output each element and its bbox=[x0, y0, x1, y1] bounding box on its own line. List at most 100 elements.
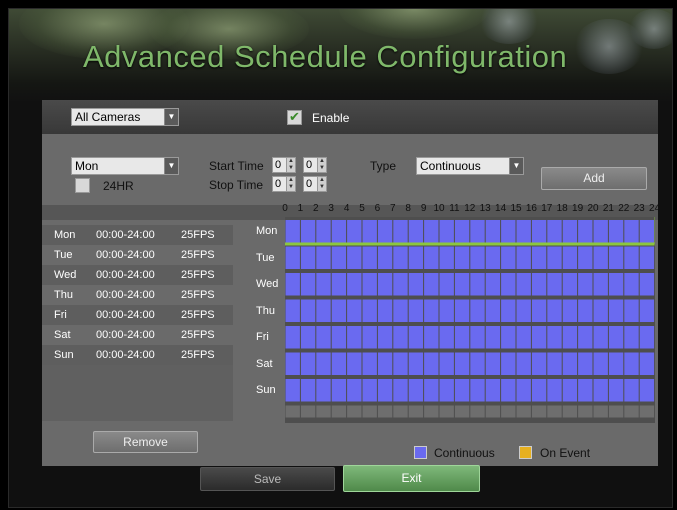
list-item[interactable]: Tue 00:00-24:00 25FPS bbox=[42, 245, 233, 265]
schedule-cell bbox=[347, 326, 362, 349]
schedule-cell bbox=[362, 299, 377, 322]
schedule-cell bbox=[285, 299, 300, 322]
empty-cell bbox=[531, 405, 547, 418]
list-item-day: Sat bbox=[54, 329, 71, 341]
hour-label: 20 bbox=[587, 203, 599, 214]
schedule-cell bbox=[593, 352, 608, 375]
schedule-cell bbox=[285, 273, 300, 296]
schedule-cell bbox=[516, 273, 531, 296]
schedule-cell bbox=[285, 326, 300, 349]
spinner-arrows-icon[interactable]: ▲ ▼ bbox=[286, 177, 295, 191]
schedule-cell bbox=[393, 273, 408, 296]
schedule-cell bbox=[639, 273, 655, 296]
day-select[interactable]: Mon ▼ bbox=[71, 157, 179, 175]
schedule-cell bbox=[393, 379, 408, 402]
enable-label: Enable bbox=[312, 111, 350, 125]
schedule-cell bbox=[531, 220, 547, 243]
selected-day-underline bbox=[285, 242, 655, 246]
empty-cell bbox=[639, 405, 655, 418]
list-item[interactable]: Wed 00:00-24:00 25FPS bbox=[42, 265, 233, 285]
type-select-value: Continuous bbox=[420, 159, 481, 173]
empty-cell bbox=[408, 405, 424, 418]
hour-label: 24 bbox=[649, 203, 661, 214]
schedule-cell bbox=[408, 220, 424, 243]
list-item[interactable]: Sun 00:00-24:00 25FPS bbox=[42, 345, 233, 365]
camera-row: All Cameras ▼ ✔ Enable bbox=[42, 100, 658, 134]
hour-label: 6 bbox=[374, 203, 381, 214]
list-item[interactable]: Mon 00:00-24:00 25FPS bbox=[42, 225, 233, 245]
list-item[interactable]: Sat 00:00-24:00 25FPS bbox=[42, 325, 233, 345]
schedule-cell bbox=[424, 220, 439, 243]
stop-minute-spinner[interactable]: 0 ▲ ▼ bbox=[303, 176, 327, 192]
schedule-cell bbox=[562, 220, 578, 243]
schedule-cell bbox=[424, 326, 439, 349]
schedule-cell bbox=[485, 379, 501, 402]
schedule-cell bbox=[531, 273, 547, 296]
hour-label: 14 bbox=[495, 203, 507, 214]
hour-label: 23 bbox=[633, 203, 645, 214]
chevron-down-icon: ▼ bbox=[164, 158, 178, 174]
allday-checkbox[interactable] bbox=[75, 178, 90, 193]
schedule-cell bbox=[624, 220, 639, 243]
schedule-cell bbox=[624, 326, 639, 349]
spinner-arrows-icon[interactable]: ▲ ▼ bbox=[317, 177, 326, 191]
allday-label: 24HR bbox=[103, 179, 134, 193]
schedule-cell bbox=[593, 299, 608, 322]
type-select[interactable]: Continuous ▼ bbox=[416, 157, 524, 175]
empty-cell bbox=[316, 405, 331, 418]
schedule-cell bbox=[547, 379, 562, 402]
schedule-list[interactable]: Mon 00:00-24:00 25FPS Tue 00:00-24:00 25FPS We… bbox=[42, 225, 233, 421]
schedule-cell bbox=[316, 352, 331, 375]
stop-time-label: Stop Time bbox=[209, 178, 264, 192]
list-item-time: 00:00-24:00 bbox=[96, 249, 155, 261]
exit-button[interactable]: Exit bbox=[343, 465, 480, 492]
start-hour-value: 0 bbox=[275, 159, 282, 171]
schedule-cell bbox=[408, 352, 424, 375]
add-button[interactable]: Add bbox=[541, 167, 647, 190]
start-hour-spinner[interactable]: 0 ▲ ▼ bbox=[272, 157, 296, 173]
timeline-grid[interactable] bbox=[285, 217, 670, 423]
hour-label: 17 bbox=[541, 203, 553, 214]
schedule-cell bbox=[300, 352, 316, 375]
save-button[interactable]: Save bbox=[200, 467, 335, 491]
schedule-cell bbox=[562, 352, 578, 375]
schedule-cell bbox=[501, 273, 516, 296]
hour-label: 5 bbox=[359, 203, 365, 214]
schedule-cell bbox=[608, 352, 624, 375]
schedule-cell bbox=[347, 299, 362, 322]
schedule-cell bbox=[593, 379, 608, 402]
schedule-cell bbox=[470, 379, 485, 402]
schedule-cell bbox=[362, 273, 377, 296]
spinner-arrows-icon[interactable]: ▲ ▼ bbox=[286, 158, 295, 172]
schedule-cell bbox=[578, 352, 593, 375]
empty-cell bbox=[516, 405, 531, 418]
schedule-cell bbox=[516, 326, 531, 349]
empty-cell bbox=[285, 405, 300, 418]
empty-cell bbox=[424, 405, 439, 418]
empty-cell bbox=[578, 405, 593, 418]
spinner-arrows-icon[interactable]: ▲ ▼ bbox=[317, 158, 326, 172]
start-minute-spinner[interactable]: 0 ▲ ▼ bbox=[303, 157, 327, 173]
list-item[interactable]: Fri 00:00-24:00 25FPS bbox=[42, 305, 233, 325]
list-item-time: 00:00-24:00 bbox=[96, 289, 155, 301]
list-item[interactable]: Thu 00:00-24:00 25FPS bbox=[42, 285, 233, 305]
schedule-cell bbox=[347, 246, 362, 269]
stop-hour-spinner[interactable]: 0 ▲ ▼ bbox=[272, 176, 296, 192]
schedule-cell bbox=[408, 246, 424, 269]
camera-select[interactable]: All Cameras ▼ bbox=[71, 108, 179, 126]
schedule-cell bbox=[470, 326, 485, 349]
hour-label: 7 bbox=[390, 203, 396, 214]
empty-cell bbox=[485, 405, 501, 418]
schedule-cell bbox=[531, 299, 547, 322]
schedule-cell bbox=[454, 273, 470, 296]
schedule-cell bbox=[624, 273, 639, 296]
enable-checkbox[interactable]: ✔ bbox=[287, 110, 302, 125]
remove-button[interactable]: Remove bbox=[93, 431, 198, 453]
schedule-cell bbox=[362, 379, 377, 402]
schedule-cell bbox=[531, 246, 547, 269]
schedule-cell bbox=[639, 246, 655, 269]
schedule-cell bbox=[347, 220, 362, 243]
page-title: Advanced Schedule Configuration bbox=[83, 39, 568, 74]
stop-hour-value: 0 bbox=[275, 178, 282, 190]
schedule-cell bbox=[424, 246, 439, 269]
